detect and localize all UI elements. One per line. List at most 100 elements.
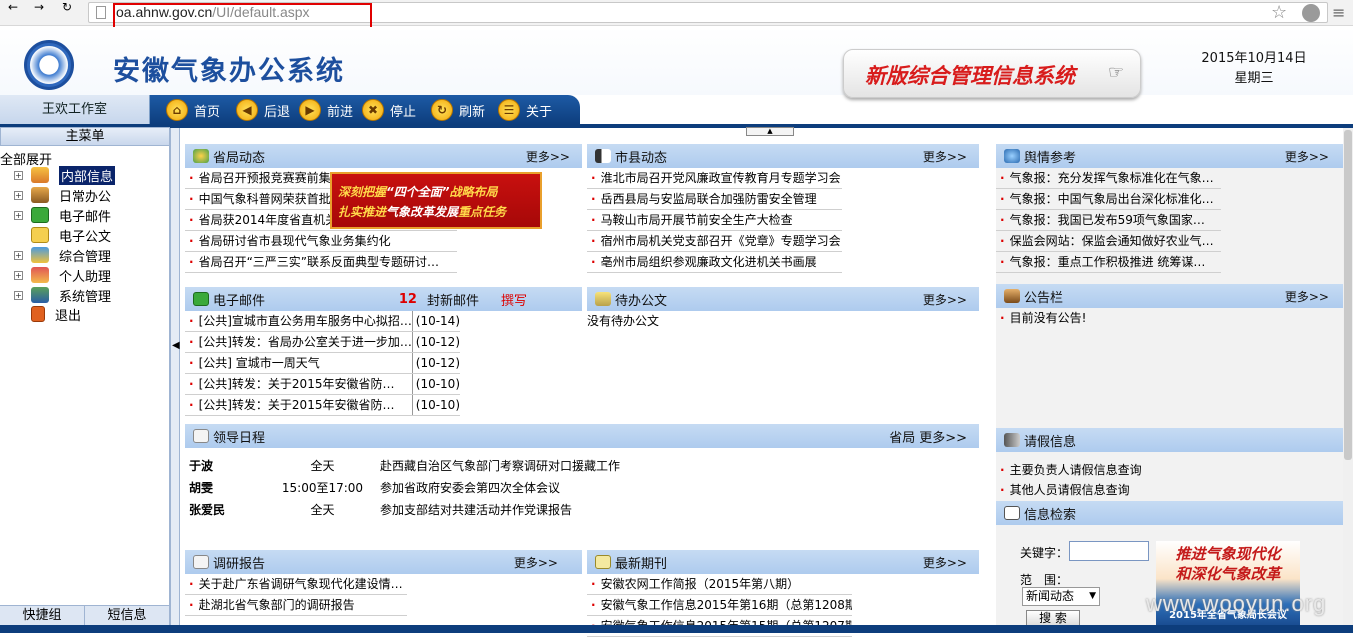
email-row[interactable]: [公共]转发：省局办公室关于进一步加…(10-12) — [185, 332, 460, 353]
sidebar-item-assistant[interactable]: + 个人助理 — [14, 265, 111, 285]
stop-button[interactable]: ✖ 停止 — [362, 98, 416, 122]
star-icon[interactable]: ☆ — [1271, 2, 1287, 23]
sidebar-item-documents[interactable]: 电子公文 — [14, 225, 111, 245]
list-item[interactable]: 气象报：中国气象局出台深化标准化… — [996, 189, 1221, 210]
email-row[interactable]: [公共] 宣城市一周天气(10-12) — [185, 353, 460, 374]
system-title: 安徽气象办公系统 — [113, 56, 345, 87]
expand-icon[interactable]: + — [14, 290, 23, 300]
list-item[interactable]: 气象报：重点工作积极推进 统筹谋… — [996, 252, 1221, 273]
workroom-label: 王欢工作室 — [0, 95, 150, 125]
list-item[interactable]: 赴湖北省气象部门的调研报告 — [185, 595, 407, 616]
list-item[interactable]: 亳州市局组织参观廉政文化进机关书画展 — [587, 252, 842, 273]
sidebar-item-logout[interactable]: 退出 — [14, 304, 81, 324]
list-item[interactable]: 省局召开“三严三实”联系反面典型专题研讨… — [185, 252, 457, 273]
list-item[interactable]: 保监会网站：保监会通知做好农业气… — [996, 231, 1221, 252]
list-item[interactable]: 关于赴广东省调研气象现代化建设情… — [185, 574, 407, 595]
email-row[interactable]: [公共]转发：关于2015年安徽省防…(10-10) — [185, 395, 460, 416]
pointing-hand-icon: ☞ — [1108, 62, 1125, 83]
list-item[interactable]: 其他人员请假信息查询 — [996, 480, 1343, 500]
expand-icon[interactable]: + — [14, 210, 23, 220]
expand-icon[interactable]: + — [14, 250, 23, 260]
exit-icon — [31, 306, 45, 322]
expand-icon[interactable]: + — [14, 270, 23, 280]
opinion-panel: 舆情参考更多>> 气象报：充分发挥气象标准化在气象… 气象报：中国气象局出台深化… — [996, 144, 1343, 273]
list-item[interactable]: 安徽农网工作简报（2015年第八期） — [587, 574, 852, 595]
leave-panel: 请假信息 主要负责人请假信息查询 其他人员请假信息查询 — [996, 428, 1343, 500]
schedule-scope-link[interactable]: 省局 — [889, 427, 915, 446]
about-icon: ☰ — [498, 99, 520, 121]
sidebar-item-system[interactable]: + 系统管理 — [14, 285, 111, 305]
notice-panel: 公告栏更多>> 目前没有公告! — [996, 284, 1343, 329]
sidebar-item-daily-office[interactable]: + 日常办公 — [14, 185, 111, 205]
back-button[interactable]: ◀ 后退 — [236, 98, 290, 122]
forward-button[interactable]: ▶ 前进 — [299, 98, 353, 122]
sidebar-item-internal-info[interactable]: + 内部信息 — [14, 165, 116, 185]
globe-icon — [1004, 149, 1020, 163]
list-item[interactable]: 省局研讨省市县现代气象业务集约化 — [185, 231, 457, 252]
management-icon — [31, 247, 49, 263]
provincial-more-link[interactable]: 更多>> — [526, 148, 570, 165]
list-item[interactable]: 气象报：我国已发布59项气象国家… — [996, 210, 1221, 231]
extension-icon[interactable] — [1302, 4, 1320, 22]
journal-icon — [595, 555, 611, 569]
quick-group-tab[interactable]: 快捷组 — [0, 606, 85, 625]
opinion-more-link[interactable]: 更多>> — [1285, 148, 1329, 165]
new-system-banner-text[interactable]: 新版综合管理信息系统 — [865, 60, 1075, 90]
refresh-button[interactable]: ↻ 刷新 — [431, 98, 485, 122]
schedule-header: 领导日程 省局 更多>> — [185, 424, 979, 448]
todo-more-link[interactable]: 更多>> — [923, 291, 967, 308]
notice-board-icon — [1004, 289, 1020, 303]
city-more-link[interactable]: 更多>> — [923, 148, 967, 165]
list-item[interactable]: 淮北市局召开党风廉政宣传教育月专题学习会 — [587, 168, 842, 189]
list-item[interactable]: 主要负责人请假信息查询 — [996, 460, 1343, 480]
research-panel: 调研报告更多>> 关于赴广东省调研气象现代化建设情… 赴湖北省气象部门的调研报告 — [185, 550, 582, 616]
search-panel: 信息检索 — [996, 501, 1343, 525]
journal-header: 最新期刊 更多>> — [587, 550, 979, 574]
about-button[interactable]: ☰ 关于 — [498, 98, 552, 122]
journal-more-link[interactable]: 更多>> — [923, 554, 967, 571]
expand-icon[interactable]: + — [14, 190, 23, 200]
research-more-link[interactable]: 更多>> — [514, 554, 558, 571]
todo-header: 待办公文 更多>> — [587, 287, 979, 311]
mail-icon — [31, 207, 49, 223]
notice-more-link[interactable]: 更多>> — [1285, 288, 1329, 305]
list-item[interactable]: 安徽气象工作信息2015年第16期（总第1208期） — [587, 595, 852, 616]
keyword-label: 关键字： — [1020, 546, 1069, 560]
new-mail-label[interactable]: 封新邮件 — [427, 290, 479, 309]
forward-arrow-icon[interactable]: → — [34, 0, 44, 14]
schedule-panel: 领导日程 省局 更多>> 于波 全天 赴西藏自治区气象部门考察调研对口援藏工作 胡雯 1… — [185, 424, 979, 521]
megaphone-icon — [1004, 433, 1020, 447]
scope-select[interactable]: 新闻动态 ▼ — [1022, 587, 1100, 606]
collapse-header-icon[interactable]: ▲ — [746, 127, 794, 136]
folder-icon — [31, 227, 49, 243]
system-icon — [31, 287, 49, 303]
hand-document-icon — [595, 292, 611, 306]
email-row[interactable]: [公共]转发：关于2015年安徽省防…(10-10) — [185, 374, 460, 395]
reload-icon[interactable]: ↻ — [62, 0, 72, 14]
list-item[interactable]: 岳西县局与安监局联合加强防雷安全管理 — [587, 189, 842, 210]
sidebar-splitter[interactable] — [170, 128, 180, 625]
sidebar-item-email[interactable]: + 电子邮件 — [14, 205, 111, 225]
notice-header: 公告栏 更多>> — [996, 284, 1343, 308]
reform-promo-banner[interactable]: 深刻把握“四个全面”战略布局 扎实推进气象改革发展重点任务 — [330, 172, 542, 229]
sidebar-item-management[interactable]: + 综合管理 — [14, 245, 111, 265]
menu-icon[interactable]: ≡ — [1332, 3, 1345, 22]
list-item[interactable]: 马鞍山市局开展节前安全生产大检查 — [587, 210, 842, 231]
scrollbar-thumb[interactable] — [1344, 130, 1352, 460]
list-item[interactable]: 气象报：充分发挥气象标准化在气象… — [996, 168, 1221, 189]
assistant-icon — [31, 267, 49, 283]
compose-link[interactable]: 撰写 — [501, 290, 527, 309]
sms-tab[interactable]: 短信息 — [85, 606, 170, 625]
home-icon: ⌂ — [166, 99, 188, 121]
journal-panel: 最新期刊更多>> 安徽农网工作简报（2015年第八期） 安徽气象工作信息2015… — [587, 550, 979, 637]
list-item[interactable]: 宿州市局机关党支部召开《党章》专题学习会 — [587, 231, 842, 252]
users-icon — [31, 167, 49, 183]
schedule-more-link[interactable]: 更多>> — [919, 427, 967, 446]
expand-icon[interactable]: + — [14, 170, 23, 180]
keyword-input[interactable] — [1069, 541, 1149, 561]
email-row[interactable]: [公共]宣城市直公务用车服务中心拟招…(10-14) — [185, 311, 460, 332]
home-button[interactable]: ⌂ 首页 — [166, 98, 220, 122]
collapse-arrow-icon[interactable]: ◀ — [172, 340, 180, 351]
back-arrow-icon[interactable]: ← — [8, 0, 18, 14]
search-button[interactable]: 搜 索 — [1026, 610, 1080, 626]
